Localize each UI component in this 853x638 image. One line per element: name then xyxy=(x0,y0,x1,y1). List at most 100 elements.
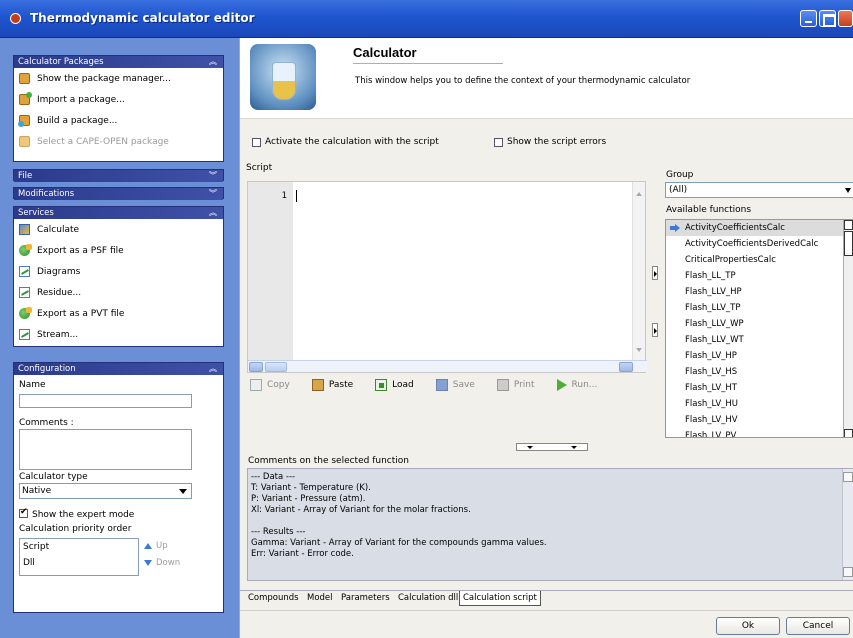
down-button[interactable]: Down xyxy=(144,558,180,568)
list-item[interactable]: Flash_LV_HT xyxy=(666,380,853,396)
save-button[interactable]: Save xyxy=(435,379,475,391)
tab-bar: Compounds Model Parameters Calculation d… xyxy=(240,590,853,606)
scroll-right-icon[interactable] xyxy=(619,362,633,372)
paste-button[interactable]: Paste xyxy=(311,379,353,391)
diagrams-item[interactable]: Diagrams xyxy=(14,261,223,282)
file-header[interactable]: File ︾ xyxy=(14,170,223,182)
residue-item[interactable]: Residue... xyxy=(14,282,223,303)
export-psf-icon xyxy=(19,244,32,256)
text-caret xyxy=(296,190,297,202)
print-button[interactable]: Print xyxy=(496,379,535,391)
arrow-up-icon xyxy=(144,543,152,549)
tab-calculation-script[interactable]: Calculation script xyxy=(459,591,541,606)
scroll-thumb[interactable] xyxy=(265,362,287,372)
load-button[interactable]: Load xyxy=(375,379,414,391)
export-pvt-item[interactable]: Export as a PVT file xyxy=(14,303,223,324)
export-psf-item[interactable]: Export as a PSF file xyxy=(14,240,223,261)
functions-list[interactable]: ActivityCoefficientsCalc ActivityCoeffic… xyxy=(665,219,853,438)
residue-icon xyxy=(19,287,30,298)
show-package-manager-item[interactable]: Show the package manager... xyxy=(14,68,223,89)
build-package-item[interactable]: Build a package... xyxy=(14,110,223,131)
cape-open-icon xyxy=(19,136,30,147)
collapse-icon: ︽ xyxy=(209,57,217,66)
up-button[interactable]: Up xyxy=(144,541,168,551)
select-cape-open-item[interactable]: Select a CAPE-OPEN package xyxy=(14,131,223,152)
horizontal-scrollbar[interactable] xyxy=(248,360,647,372)
activate-script-checkbox[interactable]: Activate the calculation with the script xyxy=(252,137,439,147)
tab-compounds[interactable]: Compounds xyxy=(245,591,302,606)
list-item[interactable]: Flash_LLV_WT xyxy=(666,332,853,348)
tab-calculation-dll[interactable]: Calculation dll xyxy=(395,591,461,606)
priority-label: Calculation priority order xyxy=(19,524,132,534)
available-functions-label: Available functions xyxy=(666,205,752,215)
expand-right-handle[interactable] xyxy=(652,266,658,280)
ok-button[interactable]: Ok xyxy=(716,617,780,635)
calculator-packages-header[interactable]: Calculator Packages ︽ xyxy=(14,56,223,68)
function-comments-text: --- Data --- T: Variant - Temperature (K… xyxy=(251,472,547,559)
tab-model[interactable]: Model xyxy=(304,591,336,606)
modifications-header[interactable]: Modifications ︾ xyxy=(14,188,223,200)
title-underline xyxy=(353,63,503,64)
list-item[interactable]: Flash_LV_PV xyxy=(666,428,853,437)
copy-button[interactable]: Copy xyxy=(250,379,290,391)
list-item[interactable]: Flash_LLV_TP xyxy=(666,300,853,316)
list-item[interactable]: Flash_LLV_WP xyxy=(666,316,853,332)
cancel-button[interactable]: Cancel xyxy=(786,617,850,635)
expand-right-handle[interactable] xyxy=(652,323,658,337)
priority-list[interactable]: Script Dll xyxy=(19,538,139,576)
group-select[interactable]: (All) xyxy=(665,182,853,198)
name-field[interactable] xyxy=(19,394,192,408)
vertical-scrollbar[interactable] xyxy=(632,182,645,362)
show-script-errors-checkbox[interactable]: Show the script errors xyxy=(494,137,606,147)
save-icon xyxy=(435,379,448,391)
diagrams-icon xyxy=(19,266,30,277)
run-button[interactable]: Run... xyxy=(556,379,597,391)
list-item[interactable]: CriticalPropertiesCalc xyxy=(666,252,853,268)
splitter-handle[interactable] xyxy=(516,443,588,451)
collapse-icon: ︽ xyxy=(209,364,217,373)
list-item[interactable]: Flash_LLV_HP xyxy=(666,284,853,300)
maximize-button[interactable] xyxy=(819,10,836,27)
calculate-item[interactable]: Calculate xyxy=(14,219,223,240)
calculate-icon xyxy=(19,224,30,235)
function-comments-box[interactable]: --- Data --- T: Variant - Temperature (K… xyxy=(247,468,853,581)
priority-item[interactable]: Script xyxy=(20,539,138,555)
comments-function-label: Comments on the selected function xyxy=(248,456,409,466)
stream-item[interactable]: Stream... xyxy=(14,324,223,345)
comments-scrollbar[interactable] xyxy=(842,469,853,580)
expert-mode-checkbox[interactable]: Show the expert mode xyxy=(19,507,134,520)
modifications-panel: Modifications ︾ xyxy=(13,187,224,200)
copy-icon xyxy=(250,379,262,391)
expand-icon: ︾ xyxy=(209,189,217,198)
list-item[interactable]: Flash_LL_TP xyxy=(666,268,853,284)
list-item[interactable]: Flash_LV_HU xyxy=(666,396,853,412)
paste-icon xyxy=(311,379,324,391)
tab-parameters[interactable]: Parameters xyxy=(338,591,393,606)
checkbox-icon xyxy=(19,507,28,518)
list-item[interactable]: ActivityCoefficientsCalc xyxy=(666,220,853,236)
chevron-down-icon xyxy=(175,484,191,498)
dialog-button-bar: Ok Cancel xyxy=(240,610,853,638)
priority-item[interactable]: Dll xyxy=(20,555,138,571)
list-item[interactable]: ActivityCoefficientsDerivedCalc xyxy=(666,236,853,252)
list-item[interactable]: Flash_LV_HP xyxy=(666,348,853,364)
scroll-thumb[interactable] xyxy=(844,231,853,256)
import-package-item[interactable]: Import a package... xyxy=(14,89,223,110)
flask-icon xyxy=(250,44,316,110)
window-title: Thermodynamic calculator editor xyxy=(30,11,255,25)
print-icon xyxy=(496,379,509,391)
title-bar: Thermodynamic calculator editor xyxy=(0,0,853,38)
configuration-header[interactable]: Configuration ︽ xyxy=(14,363,223,375)
minimize-button[interactable] xyxy=(800,10,817,27)
comments-field[interactable] xyxy=(19,429,192,470)
script-editor[interactable]: 1 xyxy=(247,181,647,373)
services-header[interactable]: Services ︽ xyxy=(14,207,223,219)
name-label: Name xyxy=(19,380,46,390)
list-item[interactable]: Flash_LV_HS xyxy=(666,364,853,380)
list-item[interactable]: Flash_LV_HV xyxy=(666,412,853,428)
close-button[interactable] xyxy=(838,10,853,27)
calculator-type-select[interactable]: Native xyxy=(19,483,192,499)
scroll-left-icon[interactable] xyxy=(249,362,263,372)
checkbox-icon xyxy=(252,137,261,147)
functions-scrollbar[interactable] xyxy=(843,220,853,437)
